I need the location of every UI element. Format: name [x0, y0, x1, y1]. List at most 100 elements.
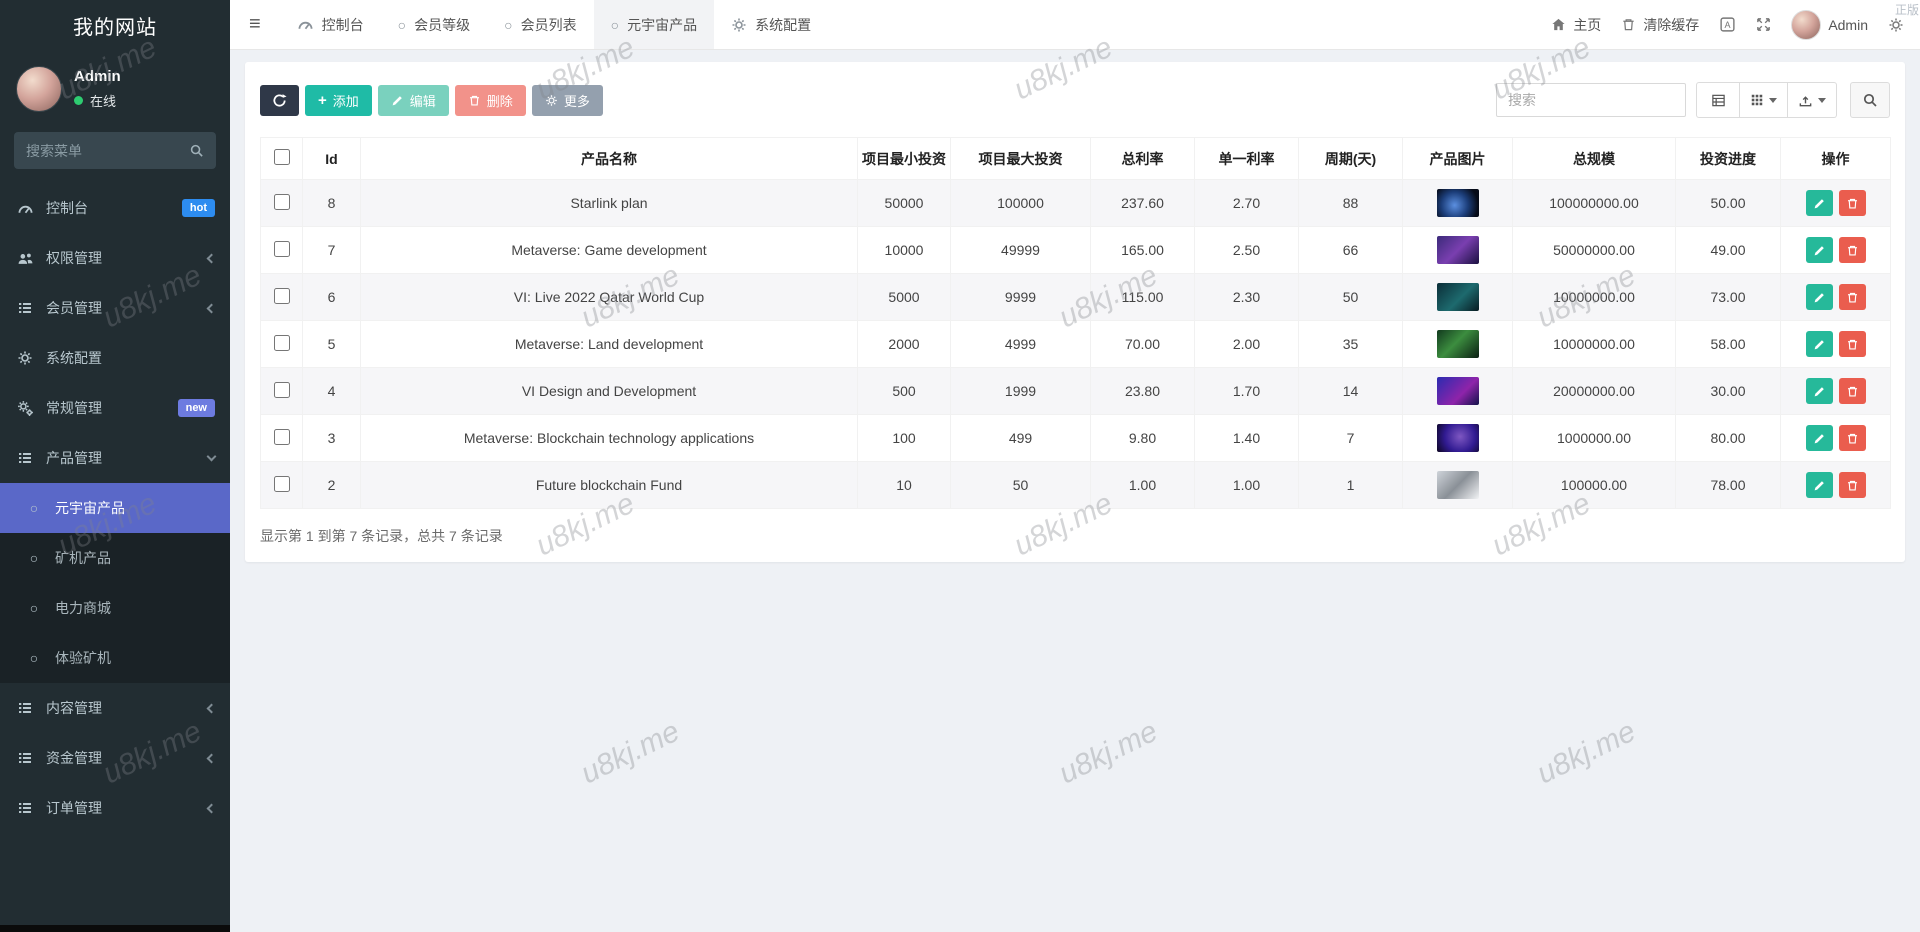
menu-search-input[interactable]	[26, 143, 189, 159]
chevron-left-icon	[207, 803, 217, 813]
user-status: 在线	[74, 91, 121, 110]
export-button[interactable]	[1788, 82, 1837, 118]
row-edit-button[interactable]	[1806, 190, 1833, 216]
tab[interactable]: ○会员等级	[381, 0, 487, 49]
sidebar-item[interactable]: 内容管理	[0, 683, 230, 733]
sidebar-item-label: 资金管理	[46, 748, 102, 768]
detail-view-icon	[1711, 93, 1726, 108]
search-icon[interactable]	[189, 143, 204, 158]
site-title: 我的网站	[0, 0, 230, 56]
cell-actions	[1781, 415, 1891, 462]
checkbox-cell	[261, 415, 303, 462]
cell-period: 88	[1299, 180, 1403, 227]
cell-total-rate: 9.80	[1091, 415, 1195, 462]
caret-down-icon	[1818, 98, 1826, 103]
cell-total-rate: 70.00	[1091, 321, 1195, 368]
cell-product-name: VI Design and Development	[361, 368, 858, 415]
more-button[interactable]: 更多	[532, 85, 603, 116]
clear-cache-button[interactable]: 清除缓存	[1621, 15, 1699, 35]
sidebar-item-label: 产品管理	[46, 448, 102, 468]
row-delete-button[interactable]	[1839, 472, 1866, 498]
list-icon	[15, 450, 35, 466]
sidebar-item[interactable]: 常规管理new	[0, 383, 230, 433]
tab[interactable]: ○会员列表	[487, 0, 593, 49]
cell-total-rate: 115.00	[1091, 274, 1195, 321]
earth-thumbnail[interactable]	[1437, 189, 1479, 217]
row-checkbox[interactable]	[274, 288, 290, 304]
cell-product-image	[1403, 415, 1513, 462]
row-checkbox[interactable]	[274, 382, 290, 398]
user-menu[interactable]: Admin	[1791, 10, 1868, 40]
sidebar-subitem-label: 电力商城	[55, 598, 111, 618]
delete-button[interactable]: 删除	[455, 85, 526, 116]
trash-icon	[1846, 432, 1859, 445]
tab[interactable]: 系统配置	[714, 0, 828, 49]
detail-view-button[interactable]	[1696, 82, 1740, 118]
search-toggle-button[interactable]	[1850, 82, 1890, 118]
land-thumbnail[interactable]	[1437, 330, 1479, 358]
circle-icon: ○	[504, 18, 512, 32]
language-switch-button[interactable]: A	[1719, 16, 1736, 33]
sidebar-item[interactable]: 资金管理	[0, 733, 230, 783]
columns-button[interactable]	[1740, 82, 1788, 118]
delete-label: 删除	[487, 91, 513, 110]
column-header: 产品图片	[1403, 138, 1513, 180]
row-delete-button[interactable]	[1839, 331, 1866, 357]
tab[interactable]: 控制台	[280, 0, 381, 49]
row-delete-button[interactable]	[1839, 237, 1866, 263]
row-checkbox[interactable]	[274, 194, 290, 210]
row-edit-button[interactable]	[1806, 331, 1833, 357]
handshake-thumbnail[interactable]	[1437, 471, 1479, 499]
table-row: 4VI Design and Development500199923.801.…	[261, 368, 1891, 415]
sidebar-subitem[interactable]: ○体验矿机	[0, 633, 230, 683]
row-checkbox[interactable]	[274, 241, 290, 257]
row-edit-button[interactable]	[1806, 284, 1833, 310]
tab[interactable]: ○元宇宙产品	[594, 0, 714, 49]
fullscreen-button[interactable]	[1756, 17, 1771, 32]
row-checkbox[interactable]	[274, 476, 290, 492]
plus-icon: +	[318, 93, 327, 108]
table-search-input[interactable]	[1496, 83, 1686, 117]
row-edit-button[interactable]	[1806, 472, 1833, 498]
sidebar-item[interactable]: 产品管理	[0, 433, 230, 483]
edit-button[interactable]: 编辑	[378, 85, 449, 116]
sidebar-item[interactable]: 会员管理	[0, 283, 230, 333]
sidebar-item[interactable]: 权限管理	[0, 233, 230, 283]
row-delete-button[interactable]	[1839, 284, 1866, 310]
tab-label: 系统配置	[755, 15, 811, 35]
row-edit-button[interactable]	[1806, 237, 1833, 263]
sidebar-subitem[interactable]: ○电力商城	[0, 583, 230, 633]
settings-menu[interactable]	[1888, 17, 1904, 33]
row-checkbox[interactable]	[274, 429, 290, 445]
column-header: 周期(天)	[1299, 138, 1403, 180]
row-delete-button[interactable]	[1839, 378, 1866, 404]
row-checkbox[interactable]	[274, 335, 290, 351]
row-delete-button[interactable]	[1839, 425, 1866, 451]
sidebar-toggle-icon[interactable]: ≡	[230, 0, 280, 49]
design-thumbnail[interactable]	[1437, 377, 1479, 405]
cell-product-name: Metaverse: Blockchain technology applica…	[361, 415, 858, 462]
sidebar-item[interactable]: 控制台hot	[0, 183, 230, 233]
select-all-checkbox[interactable]	[274, 149, 290, 165]
game-thumbnail[interactable]	[1437, 236, 1479, 264]
row-delete-button[interactable]	[1839, 190, 1866, 216]
stadium-thumbnail[interactable]	[1437, 283, 1479, 311]
home-link[interactable]: 主页	[1551, 15, 1601, 35]
blockchain-thumbnail[interactable]	[1437, 424, 1479, 452]
sidebar-subitem[interactable]: ○元宇宙产品	[0, 483, 230, 533]
gear-icon	[545, 94, 558, 107]
refresh-button[interactable]	[260, 85, 299, 116]
cell-progress: 30.00	[1676, 368, 1781, 415]
sidebar: 我的网站 Admin 在线 控制台hot权限管理会员管理系统配置常规管理new产…	[0, 0, 230, 932]
sidebar-item[interactable]: 订单管理	[0, 783, 230, 833]
trash-icon	[1846, 479, 1859, 492]
tab-label: 会员等级	[414, 15, 470, 35]
row-edit-button[interactable]	[1806, 378, 1833, 404]
sidebar-subitem[interactable]: ○矿机产品	[0, 533, 230, 583]
add-button[interactable]: + 添加	[305, 85, 372, 116]
cell-progress: 50.00	[1676, 180, 1781, 227]
pencil-icon	[1813, 244, 1826, 257]
sidebar-item[interactable]: 系统配置	[0, 333, 230, 383]
cell-progress: 78.00	[1676, 462, 1781, 509]
row-edit-button[interactable]	[1806, 425, 1833, 451]
